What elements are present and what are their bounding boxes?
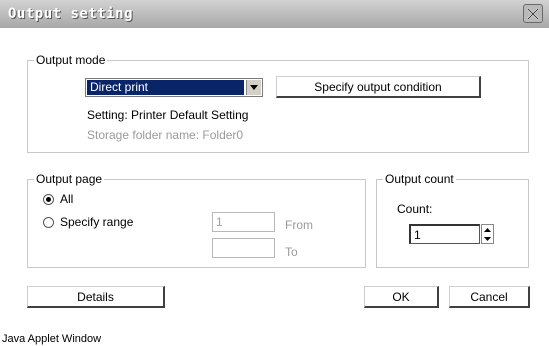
close-button[interactable] (523, 4, 543, 23)
from-label: From (285, 218, 313, 232)
to-label: To (285, 245, 298, 259)
all-label: All (60, 192, 74, 206)
stepper-down[interactable] (482, 234, 493, 243)
to-field[interactable] (212, 238, 275, 258)
dropdown-button[interactable] (246, 80, 261, 95)
chevron-up-icon (484, 227, 491, 232)
output-mode-select-value: Direct print (87, 80, 244, 95)
count-label: Count: (397, 202, 433, 216)
specify-range-radio[interactable] (43, 217, 54, 228)
from-field[interactable]: 1 (212, 212, 275, 232)
specify-output-condition-button[interactable]: Specify output condition (276, 76, 481, 98)
title-bar: Output setting (0, 0, 549, 29)
chevron-down-icon (250, 85, 258, 90)
output-count-legend: Output count (385, 172, 454, 186)
output-mode-select[interactable]: Direct print (85, 78, 263, 97)
window-title: Output setting (8, 6, 134, 22)
stepper-up[interactable] (482, 225, 493, 234)
ok-button[interactable]: OK (364, 286, 439, 308)
count-field[interactable]: 1 (409, 224, 480, 244)
chevron-down-icon (484, 236, 491, 241)
all-radio[interactable] (43, 194, 54, 205)
cancel-button[interactable]: Cancel (449, 286, 530, 308)
output-count-group: Output count (376, 172, 529, 268)
applet-status-text: Java Applet Window (2, 333, 102, 345)
output-page-legend: Output page (36, 172, 103, 186)
specify-range-label: Specify range (60, 215, 134, 229)
setting-text: Setting: Printer Default Setting (87, 108, 249, 122)
storage-folder-text: Storage folder name: Folder0 (87, 128, 244, 142)
close-icon (527, 7, 539, 20)
count-stepper[interactable] (481, 224, 494, 244)
output-mode-legend: Output mode (36, 53, 106, 67)
details-button[interactable]: Details (27, 286, 165, 308)
